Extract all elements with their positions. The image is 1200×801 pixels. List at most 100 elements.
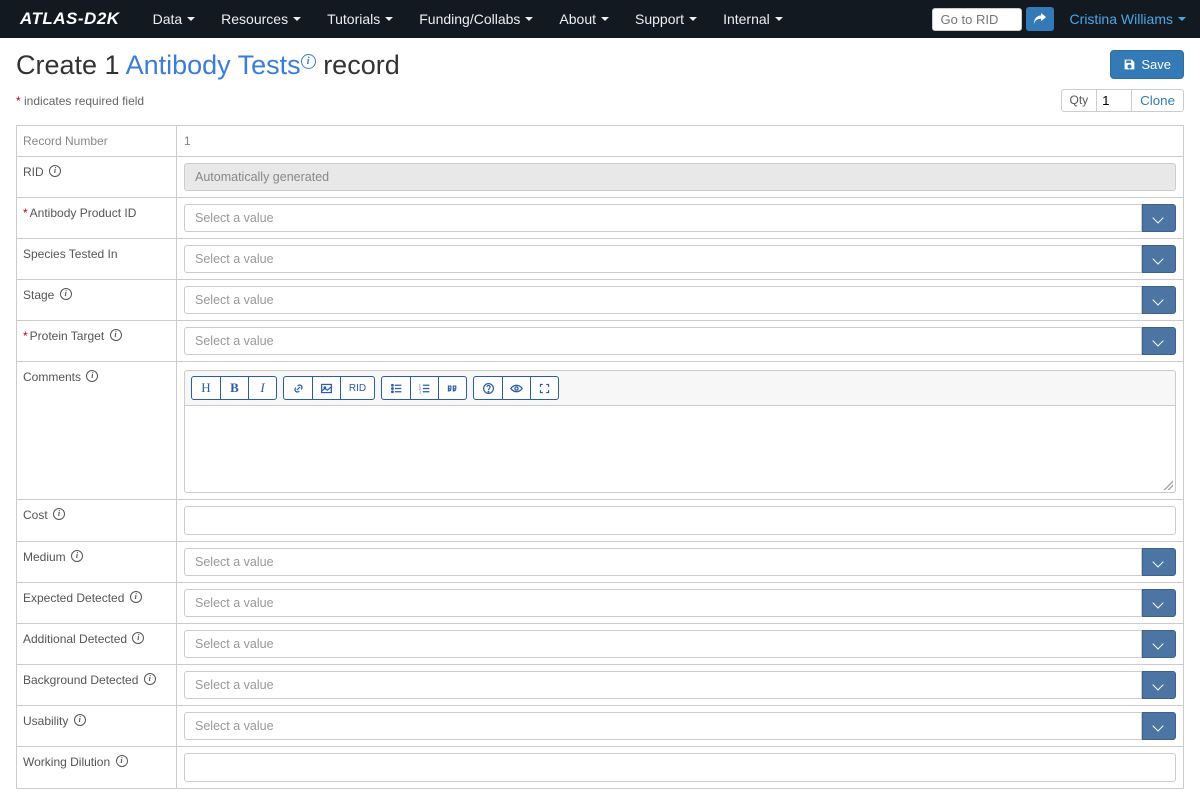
caret-icon: [775, 17, 783, 21]
info-icon[interactable]: i: [130, 591, 142, 603]
nav-tutorials[interactable]: Tutorials: [314, 11, 406, 27]
list-ol-icon: 123: [418, 382, 431, 395]
expected-detected-dropdown[interactable]: [1142, 589, 1176, 617]
share-arrow-icon: [1033, 13, 1046, 26]
info-icon[interactable]: i: [132, 632, 144, 644]
link-icon: [292, 382, 305, 395]
row-species-tested-in: Species Tested In Select a value: [16, 238, 1184, 280]
clone-button[interactable]: Clone: [1132, 89, 1184, 112]
nav-resources[interactable]: Resources: [208, 11, 314, 27]
medium-input[interactable]: Select a value: [184, 548, 1142, 576]
nav-support[interactable]: Support: [622, 11, 710, 27]
brand-logo[interactable]: ATLAS-D2K: [20, 9, 120, 29]
user-menu[interactable]: Cristina Williams: [1064, 11, 1192, 27]
info-icon[interactable]: i: [144, 673, 156, 685]
quote-icon: [446, 382, 459, 395]
help-button[interactable]: [474, 377, 502, 399]
background-detected-input[interactable]: Select a value: [184, 671, 1142, 699]
italic-button[interactable]: I: [248, 377, 276, 399]
header-row: Record Number 1: [16, 125, 1184, 157]
species-tested-in-dropdown[interactable]: [1142, 245, 1176, 273]
caret-icon: [601, 17, 609, 21]
stage-dropdown[interactable]: [1142, 286, 1176, 314]
info-icon[interactable]: i: [86, 370, 98, 382]
stage-input[interactable]: Select a value: [184, 286, 1142, 314]
row-usability: Usability i Select a value: [16, 705, 1184, 747]
nav-about[interactable]: About: [546, 11, 622, 27]
chevron-down-icon: [1154, 639, 1164, 649]
nav-funding[interactable]: Funding/Collabs: [406, 11, 546, 27]
rid-button[interactable]: RID: [340, 377, 374, 399]
medium-dropdown[interactable]: [1142, 548, 1176, 576]
preview-button[interactable]: [502, 377, 530, 399]
info-icon[interactable]: i: [71, 550, 83, 562]
rid-go-button[interactable]: [1026, 7, 1054, 31]
chevron-down-icon: [1154, 336, 1164, 346]
additional-detected-input[interactable]: Select a value: [184, 630, 1142, 658]
row-rid: RID i Automatically generated: [16, 156, 1184, 198]
background-detected-dropdown[interactable]: [1142, 671, 1176, 699]
qty-input[interactable]: [1096, 89, 1132, 112]
help-icon: [482, 382, 495, 395]
link-button[interactable]: [284, 377, 312, 399]
info-icon[interactable]: i: [53, 508, 65, 520]
resize-handle[interactable]: [1163, 480, 1173, 490]
save-icon: [1123, 58, 1136, 71]
caret-icon: [385, 17, 393, 21]
row-stage: Stage i Select a value: [16, 279, 1184, 321]
info-icon[interactable]: i: [60, 288, 72, 300]
label-medium: Medium i: [17, 542, 177, 582]
qty-label: Qty: [1061, 89, 1097, 112]
species-tested-in-input[interactable]: Select a value: [184, 245, 1142, 273]
page-content: Create 1 Antibody Testsi record Save * i…: [0, 38, 1200, 801]
info-icon[interactable]: i: [49, 165, 61, 177]
nav-data[interactable]: Data: [140, 11, 209, 27]
label-rid: RID i: [17, 157, 177, 197]
page-title: Create 1 Antibody Testsi record: [16, 50, 400, 81]
label-background-detected: Background Detected i: [17, 665, 177, 705]
usability-input[interactable]: Select a value: [184, 712, 1142, 740]
chevron-down-icon: [1154, 213, 1164, 223]
protein-target-input[interactable]: Select a value: [184, 327, 1142, 355]
working-dilution-input[interactable]: [184, 753, 1176, 782]
comments-textarea[interactable]: [184, 405, 1176, 493]
fullscreen-button[interactable]: [530, 377, 558, 399]
label-additional-detected: Additional Detected i: [17, 624, 177, 664]
entity-link[interactable]: Antibody Testsi: [126, 50, 316, 80]
svg-text:3: 3: [419, 389, 421, 394]
quote-button[interactable]: [438, 377, 466, 399]
antibody-product-id-input[interactable]: Select a value: [184, 204, 1142, 232]
additional-detected-dropdown[interactable]: [1142, 630, 1176, 658]
navbar-right: Cristina Williams: [932, 7, 1192, 31]
row-expected-detected: Expected Detected i Select a value: [16, 582, 1184, 624]
row-working-dilution: Working Dilution i: [16, 746, 1184, 789]
bullet-list-button[interactable]: [382, 377, 410, 399]
protein-target-dropdown[interactable]: [1142, 327, 1176, 355]
label-species-tested-in: Species Tested In: [17, 239, 177, 279]
chevron-down-icon: [1154, 254, 1164, 264]
row-background-detected: Background Detected i Select a value: [16, 664, 1184, 706]
label-stage: Stage i: [17, 280, 177, 320]
header-value: 1: [177, 126, 1183, 156]
nav-internal[interactable]: Internal: [710, 11, 796, 27]
rid-search-input[interactable]: [932, 8, 1022, 31]
image-icon: [320, 382, 333, 395]
row-comments: Comments i H B I RID: [16, 361, 1184, 500]
save-button[interactable]: Save: [1110, 50, 1184, 79]
usability-dropdown[interactable]: [1142, 712, 1176, 740]
image-button[interactable]: [312, 377, 340, 399]
heading-button[interactable]: H: [192, 377, 220, 399]
bold-button[interactable]: B: [220, 377, 248, 399]
info-icon[interactable]: i: [301, 54, 316, 69]
antibody-product-id-dropdown[interactable]: [1142, 204, 1176, 232]
label-comments: Comments i: [17, 362, 177, 499]
expected-detected-input[interactable]: Select a value: [184, 589, 1142, 617]
cost-input[interactable]: [184, 506, 1176, 535]
number-list-button[interactable]: 123: [410, 377, 438, 399]
info-icon[interactable]: i: [74, 714, 86, 726]
required-note: * indicates required field: [16, 94, 144, 108]
chevron-down-icon: [1154, 295, 1164, 305]
info-icon[interactable]: i: [116, 755, 128, 767]
label-expected-detected: Expected Detected i: [17, 583, 177, 623]
info-icon[interactable]: i: [110, 329, 122, 341]
